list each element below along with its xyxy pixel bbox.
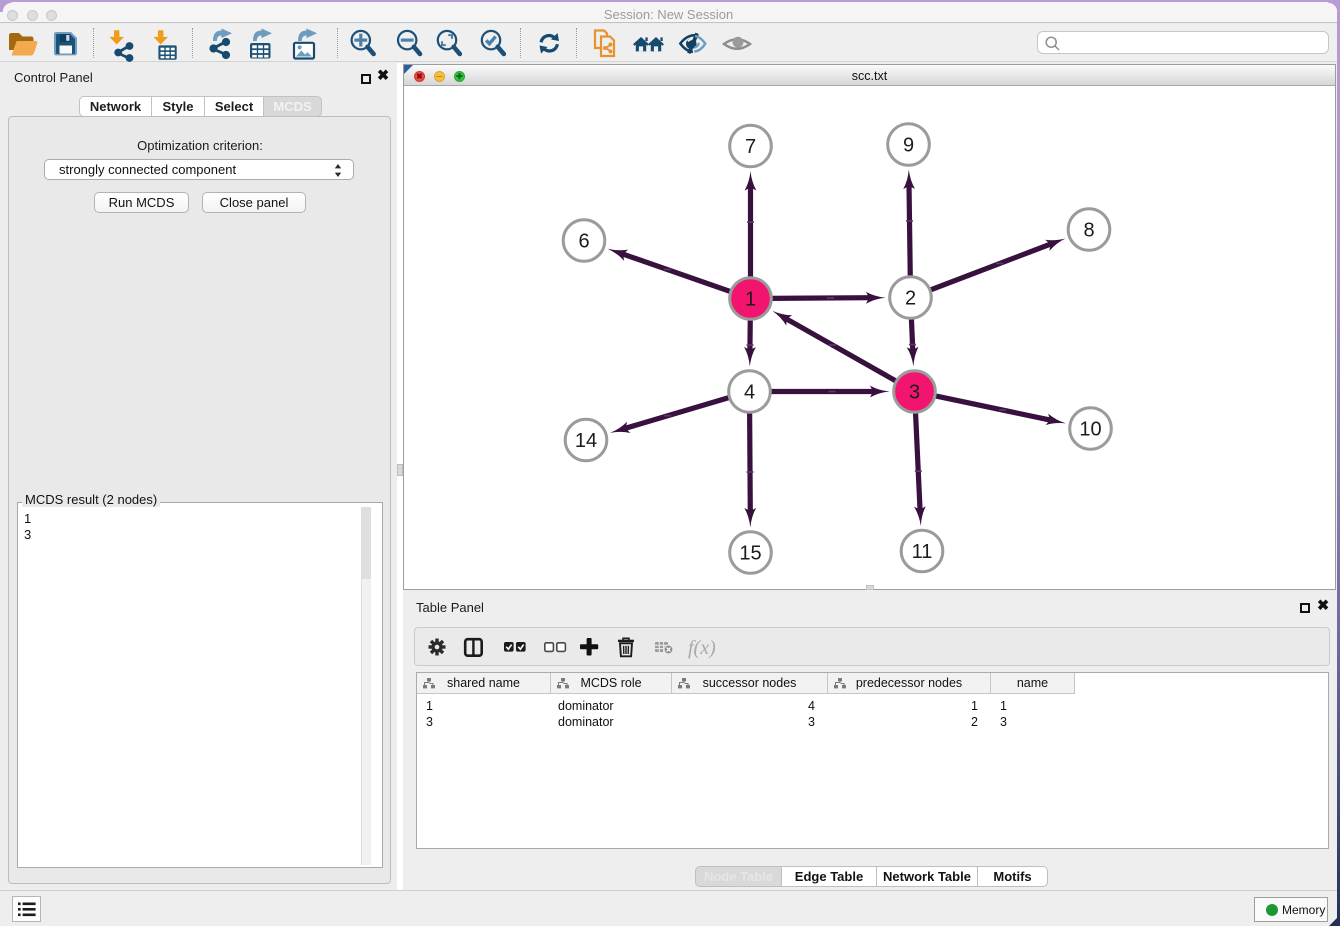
svg-text:14: 14 — [575, 430, 597, 452]
svg-text:11: 11 — [912, 541, 933, 563]
svg-text:8: 8 — [1083, 220, 1094, 242]
svg-text:4: 4 — [744, 382, 755, 404]
svg-text:1: 1 — [745, 289, 756, 311]
svg-text:2: 2 — [905, 288, 916, 310]
svg-text:3: 3 — [909, 382, 920, 404]
svg-text:15: 15 — [739, 543, 761, 565]
svg-text:9: 9 — [903, 135, 914, 157]
svg-text:7: 7 — [745, 136, 756, 158]
svg-text:10: 10 — [1079, 419, 1101, 441]
svg-text:6: 6 — [578, 231, 589, 253]
svg-text:f(x): f(x) — [688, 637, 715, 659]
